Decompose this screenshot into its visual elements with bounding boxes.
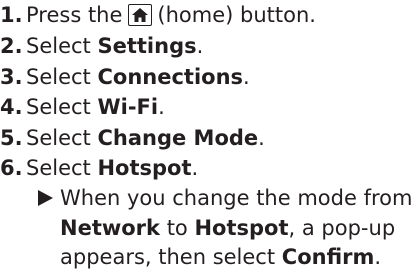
step-2: 2. Select Settings. [0, 31, 203, 61]
note-keyword-network: Network [60, 215, 161, 240]
step-text: Select [26, 95, 91, 119]
note-text: appears, then select [60, 245, 276, 269]
step-number: 4. [0, 95, 23, 119]
step-number: 6. [0, 156, 23, 180]
step-keyword: Connections [97, 65, 244, 89]
note-text: , a pop-up [288, 215, 396, 240]
note-keyword-hotspot: Hotspot [194, 215, 289, 240]
step-end: . [258, 126, 265, 150]
step-6: 6. Select Hotspot. [0, 153, 198, 183]
arrow-right-icon [38, 190, 53, 206]
step-keyword: Settings [97, 34, 197, 58]
step-end: . [243, 65, 250, 89]
note-text: . [374, 245, 382, 269]
step-keyword: Hotspot [97, 156, 192, 180]
step-number: 2. [0, 34, 23, 58]
step-text: Select [26, 126, 91, 150]
step-note: When you change the mode from Network to… [38, 184, 413, 273]
step-text: Select [26, 65, 91, 89]
step-keyword: Wi-Fi [97, 95, 159, 119]
step-4: 4. Select Wi-Fi. [0, 92, 165, 122]
step-5: 5. Select Change Mode. [0, 123, 265, 153]
home-icon [128, 4, 153, 26]
step-number: 3. [0, 65, 23, 89]
note-text: to [166, 215, 188, 240]
step-text: (home) button. [157, 3, 316, 27]
step-end: . [158, 95, 165, 119]
note-line-1: When you change the mode from [38, 184, 413, 214]
step-3: 3. Select Connections. [0, 62, 250, 92]
step-end: . [191, 156, 199, 180]
step-text: Select [26, 34, 91, 58]
note-text: When you change the mode from [60, 186, 413, 210]
step-1: 1. Press the (home) button. [0, 0, 316, 30]
step-keyword: Change Mode [97, 126, 259, 150]
note-keyword-confirm: Confirm [281, 245, 375, 269]
step-text: Select [26, 156, 91, 180]
step-text: Press the [26, 3, 123, 27]
note-line-2: Network to Hotspot, a pop-up [38, 214, 410, 244]
step-number: 1. [0, 3, 23, 27]
step-number: 5. [0, 126, 23, 150]
note-line-3: appears, then select Confirm. [38, 243, 410, 273]
step-end: . [196, 34, 204, 58]
